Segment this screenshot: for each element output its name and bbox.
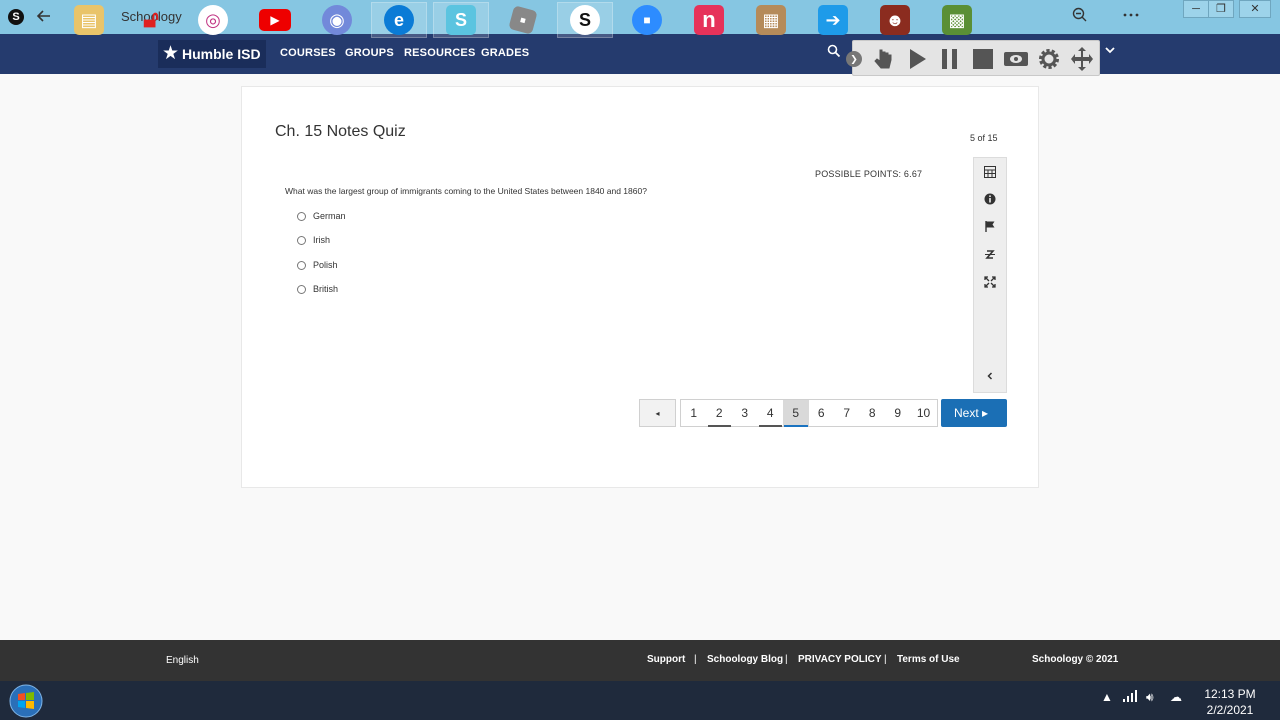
taskbar-roblox-icon[interactable]: ▪ <box>495 2 551 38</box>
settings-gear-icon[interactable] <box>1035 46 1063 72</box>
copyright: Schoology © 2021 <box>1032 654 1119 665</box>
next-button[interactable]: Next ▸ <box>941 399 1007 427</box>
taskbar-app-s-icon[interactable]: S <box>433 2 489 38</box>
more-options-icon[interactable] <box>1119 6 1143 28</box>
taskbar-game-icon[interactable]: ☻ <box>867 2 923 38</box>
footer-link-blog[interactable]: Schoology Blog <box>707 654 783 665</box>
radio-button[interactable] <box>297 260 306 270</box>
language-selector[interactable]: English <box>166 655 199 666</box>
taskbar-file-explorer-icon[interactable]: ▤ <box>61 2 117 38</box>
nav-resources[interactable]: RESOURCES <box>404 47 475 59</box>
page-2-button[interactable]: 2 <box>707 400 733 427</box>
answer-option-irish[interactable]: Irish <box>297 233 330 247</box>
option-label: German <box>313 211 346 221</box>
tray-expand-icon[interactable]: ▲ <box>1101 690 1113 704</box>
taskbar-archive-icon[interactable]: ▦ <box>743 2 799 38</box>
footer-separator: | <box>884 654 887 665</box>
search-icon[interactable] <box>827 44 841 61</box>
page-footer: English Support | Schoology Blog | PRIVA… <box>0 640 1280 681</box>
taskbar-schoology-icon[interactable]: S <box>557 2 613 38</box>
taskbar-instagram-icon[interactable]: ◎ <box>185 2 241 38</box>
read-write-toolbar: ❯ <box>846 40 1100 76</box>
restore-button[interactable]: ❐ <box>1208 0 1234 18</box>
fullscreen-icon[interactable] <box>983 276 997 290</box>
page-3-button[interactable]: 3 <box>732 400 758 426</box>
back-arrow-icon[interactable] <box>32 6 56 28</box>
taskbar-minecraft-icon[interactable]: ▩ <box>929 2 985 38</box>
calculator-icon[interactable] <box>983 166 997 180</box>
possible-points: POSSIBLE POINTS: 6.67 <box>815 169 923 179</box>
page-7-button[interactable]: 7 <box>834 400 860 426</box>
footer-separator: | <box>785 654 788 665</box>
taskbar-youtube-icon[interactable]: ▶ <box>247 2 303 38</box>
clock-date: 2/2/2021 <box>1206 703 1254 717</box>
taskbar-edge-icon[interactable]: e <box>371 2 427 38</box>
quiz-card: Ch. 15 Notes Quiz 5 of 15 POSSIBLE POINT… <box>241 86 1039 488</box>
chevron-down-icon[interactable] <box>1104 43 1116 59</box>
flag-icon[interactable] <box>983 220 997 234</box>
toolbar-collapse-icon[interactable]: ❯ <box>846 51 862 67</box>
logo-label: Humble ISD <box>182 46 261 62</box>
clock-time: 12:13 PM <box>1204 687 1256 701</box>
close-button[interactable]: ✕ <box>1239 0 1271 18</box>
option-label: Irish <box>313 235 331 245</box>
footer-link-terms[interactable]: Terms of Use <box>897 654 960 665</box>
radio-button[interactable] <box>297 235 306 245</box>
page-title: Ch. 15 Notes Quiz <box>275 123 406 140</box>
option-label: Polish <box>313 260 338 270</box>
page-10-button[interactable]: 10 <box>911 400 937 426</box>
option-label: British <box>313 284 339 294</box>
quiz-tools-panel <box>973 157 1007 393</box>
page-1-button[interactable]: 1 <box>681 400 707 426</box>
volume-icon[interactable]: 🔊︎ <box>1146 690 1154 705</box>
pause-icon[interactable] <box>936 46 964 72</box>
strikethrough-icon[interactable] <box>983 248 997 262</box>
radio-button[interactable] <box>297 211 306 221</box>
zoom-icon[interactable] <box>1068 6 1092 28</box>
move-arrows-icon[interactable] <box>1068 46 1096 72</box>
radio-button[interactable] <box>297 284 306 294</box>
page-5-button[interactable]: 5 <box>783 400 809 427</box>
taskbar-n-app-icon[interactable]: n <box>681 2 737 38</box>
nav-grades[interactable]: GRADES <box>481 47 529 59</box>
footer-link-support[interactable]: Support <box>647 654 685 665</box>
hand-pointer-icon[interactable] <box>869 46 897 72</box>
page-6-button[interactable]: 6 <box>809 400 835 426</box>
question-progress: 5 of 15 <box>970 133 998 143</box>
start-button[interactable] <box>4 683 48 719</box>
chevron-left-icon[interactable] <box>983 371 997 385</box>
answer-option-british[interactable]: British <box>297 282 338 296</box>
taskbar-remote-app-icon[interactable]: ➔ <box>805 2 861 38</box>
answer-option-polish[interactable]: Polish <box>297 258 338 272</box>
question-pagination: 1 2 3 4 5 6 7 8 9 10 <box>680 399 938 427</box>
network-signal-icon[interactable] <box>1123 690 1137 705</box>
onedrive-icon[interactable]: ☁ <box>1170 690 1182 704</box>
minimize-button[interactable]: ─ <box>1183 0 1209 18</box>
nav-courses[interactable]: COURSES <box>280 47 336 59</box>
taskbar-zoom-icon[interactable]: ■ <box>619 2 675 38</box>
play-icon[interactable] <box>903 46 931 72</box>
previous-page-button[interactable]: ◂ <box>639 399 676 427</box>
footer-separator: | <box>694 654 697 665</box>
taskbar-clock[interactable]: 12:13 PM 2/2/2021 <box>1200 686 1260 718</box>
screen-reader-icon[interactable] <box>1002 46 1030 72</box>
answer-option-german[interactable]: German <box>297 209 346 223</box>
star-icon: ★ <box>162 43 180 64</box>
question-text: What was the largest group of immigrants… <box>285 186 647 196</box>
page-4-button[interactable]: 4 <box>758 400 784 427</box>
taskbar-discord-icon[interactable]: ◉ <box>309 2 365 38</box>
footer-link-privacy[interactable]: PRIVACY POLICY <box>798 654 882 665</box>
page-8-button[interactable]: 8 <box>860 400 886 426</box>
stop-icon[interactable] <box>969 46 997 72</box>
schoology-app-icon: S <box>8 9 24 25</box>
humble-isd-logo[interactable]: ★ Humble ISD <box>158 40 266 68</box>
taskbar-unlock-app-icon[interactable]: 🔓︎ <box>123 2 179 38</box>
info-icon[interactable] <box>983 193 997 207</box>
windows-taskbar <box>0 681 1280 720</box>
nav-groups[interactable]: GROUPS <box>345 47 394 59</box>
page-9-button[interactable]: 9 <box>885 400 911 426</box>
